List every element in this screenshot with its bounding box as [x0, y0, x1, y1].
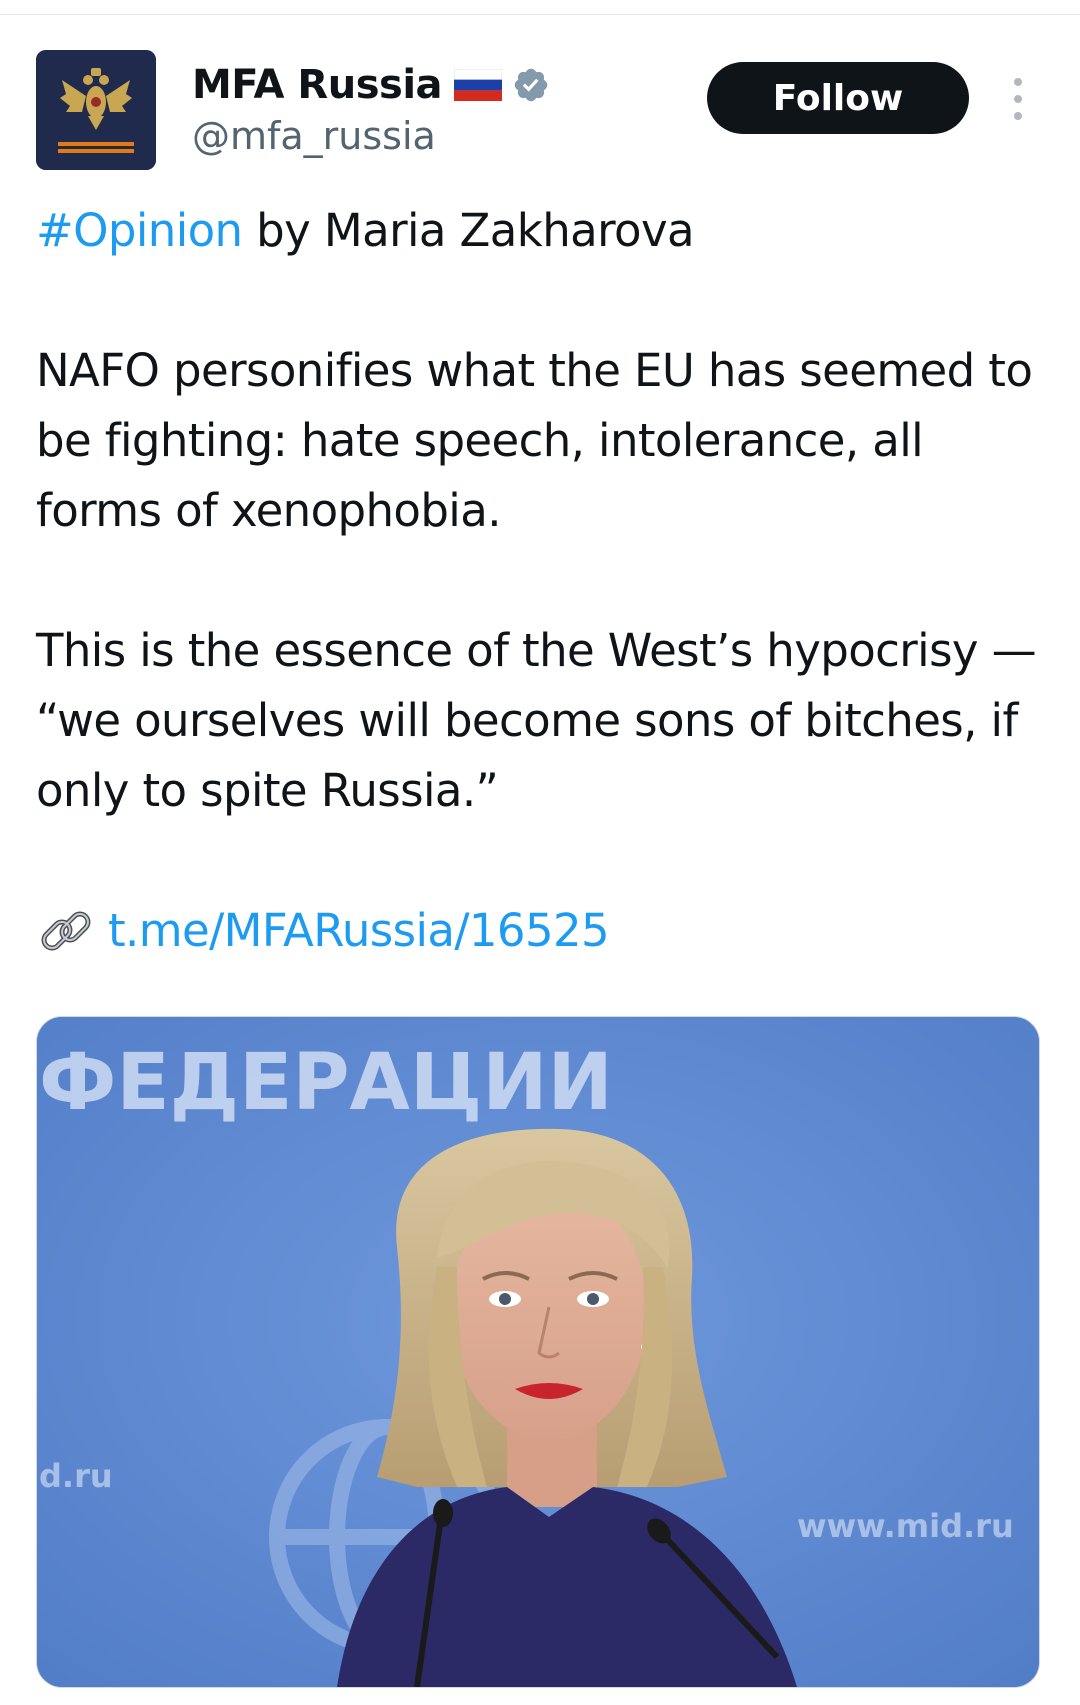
follow-button[interactable]: Follow: [707, 62, 969, 134]
avatar[interactable]: [36, 50, 156, 170]
author-name-row: MFA Russia: [192, 60, 550, 110]
tweet-photo[interactable]: ФЕДЕРАЦИИ d.ru www.mid.ru: [36, 1016, 1040, 1688]
tweet-paragraph-nafo: NAFO personifies what the EU has seemed …: [36, 344, 1033, 537]
tweet-byline: by Maria Zakharova: [242, 204, 694, 257]
tweet-line-opinion: #Opinion by Maria Zakharova: [36, 196, 1046, 266]
tweet-paragraph-hypocrisy: This is the essence of the West’s hypocr…: [36, 624, 1037, 817]
russia-flag-icon: [454, 69, 503, 101]
backdrop-small-right: www.mid.ru: [797, 1507, 1014, 1545]
link-emoji-icon: [36, 901, 96, 961]
tweet-text: #Opinion by Maria Zakharova NAFO personi…: [36, 196, 1046, 966]
more-vertical-icon[interactable]: [1000, 74, 1036, 124]
photo-image: ФЕДЕРАЦИИ d.ru www.mid.ru: [37, 1017, 1039, 1687]
backdrop-text: ФЕДЕРАЦИИ: [39, 1038, 613, 1128]
coat-of-arms-icon: [36, 50, 156, 170]
hashtag-link[interactable]: #Opinion: [36, 204, 243, 257]
verified-badge-icon: [512, 66, 550, 104]
tweet-link-line: t.me/MFARussia/16525: [36, 896, 1046, 966]
author-display-name[interactable]: MFA Russia: [192, 62, 443, 108]
backdrop-small-left: d.ru: [39, 1457, 113, 1495]
tweet-link[interactable]: t.me/MFARussia/16525: [108, 896, 610, 966]
top-divider: [0, 14, 1080, 15]
author-handle[interactable]: @mfa_russia: [192, 114, 436, 158]
